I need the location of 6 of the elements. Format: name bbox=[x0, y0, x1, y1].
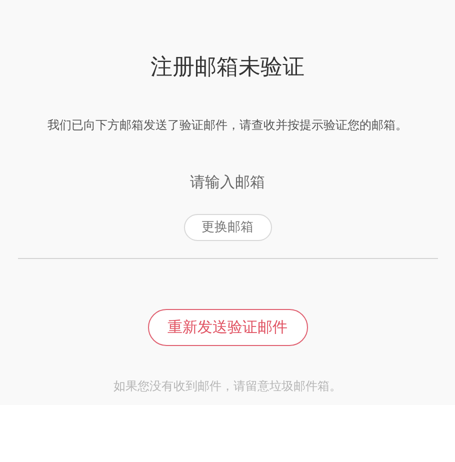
resend-email-button[interactable]: 重新发送验证邮件 bbox=[148, 309, 308, 346]
dialog-title: 注册邮箱未验证 bbox=[150, 54, 304, 82]
change-email-button[interactable]: 更换邮箱 bbox=[184, 214, 272, 241]
message-text: 我们已向下方邮箱发送了验证邮件，请查收并按提示验证您的邮箱。 bbox=[48, 117, 408, 134]
email-text: 请输入邮箱 bbox=[190, 172, 265, 192]
spam-hint-text: 如果您没有收到邮件，请留意垃圾邮件箱。 bbox=[114, 378, 342, 395]
